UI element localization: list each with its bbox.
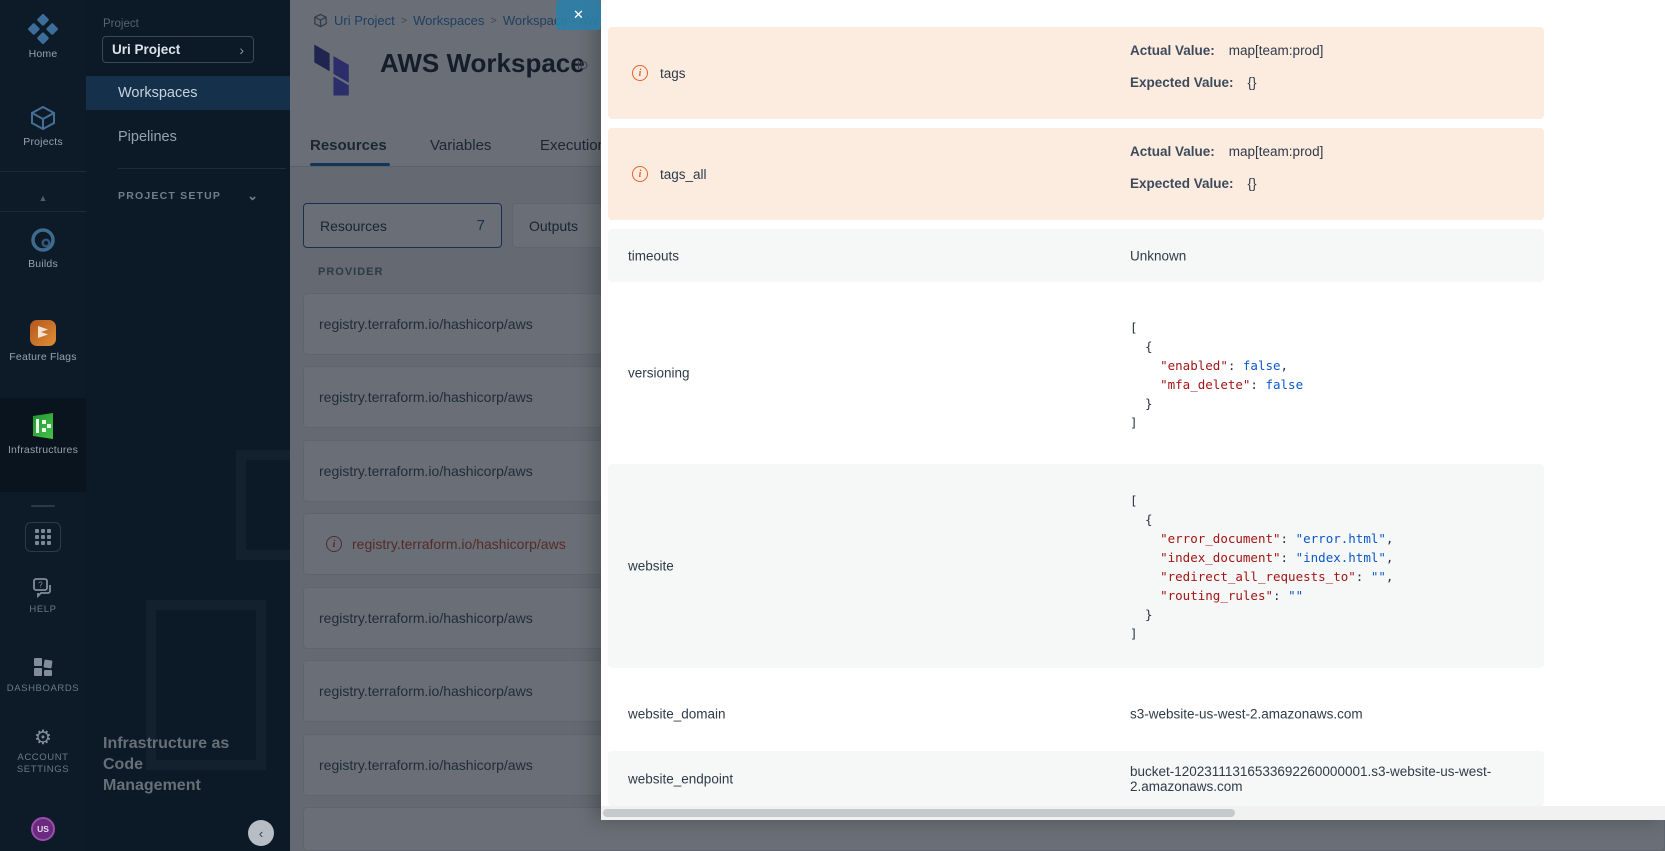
module-sidebar: Home Projects ▲ Builds Feature Flags bbox=[0, 0, 86, 851]
attribute-name: website_endpoint bbox=[628, 771, 733, 786]
svg-text:?: ? bbox=[38, 581, 43, 590]
attribute-row-versioning: versioning [ { "enabled": false, "mfa_de… bbox=[608, 291, 1544, 455]
drift-values: Actual Value: map[team:prod] Expected Val… bbox=[1130, 27, 1323, 90]
expected-value: {} bbox=[1248, 176, 1257, 191]
resource-details-drawer: i tags Actual Value: map[team:prod] Expec… bbox=[601, 0, 1665, 820]
sidebar-item-dashboards[interactable]: DASHBOARDS bbox=[0, 655, 86, 694]
sidebar-item-home[interactable]: Home bbox=[0, 14, 86, 60]
background-pattern bbox=[236, 450, 290, 560]
attribute-row-tags-all: i tags_all Actual Value: map[team:prod] E… bbox=[608, 128, 1544, 220]
module-footer-title: Infrastructure as Code Management bbox=[103, 733, 238, 796]
attribute-value: s3-website-us-west-2.amazonaws.com bbox=[1130, 707, 1363, 722]
sidebar-label-dashboards: DASHBOARDS bbox=[0, 683, 86, 694]
drift-values: Actual Value: map[team:prod] Expected Val… bbox=[1130, 128, 1323, 191]
expected-value-label: Expected Value: bbox=[1130, 75, 1234, 90]
sidebar-label-builds: Builds bbox=[0, 258, 86, 270]
grid-icon bbox=[35, 529, 51, 545]
sidebar-item-pipelines[interactable]: Pipelines bbox=[86, 120, 290, 154]
sidebar-label-feature-flags: Feature Flags bbox=[0, 351, 86, 363]
sidebar-item-infrastructures[interactable]: Infrastructures bbox=[0, 412, 86, 456]
json-code-block: [ { "enabled": false, "mfa_delete": fals… bbox=[1130, 318, 1303, 432]
attribute-row-tags: i tags Actual Value: map[team:prod] Expec… bbox=[608, 27, 1544, 119]
sidebar-label-account: ACCOUNT bbox=[0, 752, 86, 763]
attribute-label: i tags bbox=[632, 65, 686, 81]
chevron-left-icon: ‹ bbox=[259, 826, 263, 841]
sidebar-collapse-button[interactable]: ‹ bbox=[248, 820, 274, 846]
help-chat-icon: ? bbox=[0, 576, 86, 600]
attribute-name: versioning bbox=[628, 366, 690, 381]
horizontal-scrollbar bbox=[601, 806, 1665, 820]
attribute-row-timeouts: timeouts Unknown bbox=[608, 229, 1544, 282]
actual-value: map[team:prod] bbox=[1229, 43, 1324, 58]
attribute-name: tags bbox=[660, 66, 686, 81]
sidebar-divider bbox=[118, 168, 286, 169]
sidebar-item-help[interactable]: ? HELP bbox=[0, 576, 86, 615]
project-selector-value: Uri Project bbox=[112, 42, 180, 57]
attribute-value: Unknown bbox=[1130, 248, 1186, 263]
attribute-row-website-domain: website_domain s3-website-us-west-2.amaz… bbox=[608, 686, 1544, 742]
project-section-label: Project bbox=[103, 18, 139, 30]
chevron-right-icon: › bbox=[239, 42, 244, 58]
attribute-row-website: website [ { "error_document": "error.htm… bbox=[608, 464, 1544, 668]
sidebar-item-account-settings[interactable]: ⚙ ACCOUNT SETTINGS bbox=[0, 728, 86, 775]
attribute-value: bucket-12023111316533692260000001.s3-web… bbox=[1130, 764, 1544, 794]
user-avatar[interactable]: US bbox=[31, 817, 55, 841]
attribute-label: i tags_all bbox=[632, 166, 707, 182]
builds-icon bbox=[0, 226, 86, 254]
pipelines-label: Pipelines bbox=[118, 129, 177, 145]
sidebar-dash-divider bbox=[31, 505, 55, 507]
json-code-block: [ { "error_document": "error.html", "ind… bbox=[1130, 491, 1393, 643]
sidebar-item-projects[interactable]: Projects bbox=[0, 104, 86, 148]
attribute-row-website-endpoint: website_endpoint bucket-1202311131653369… bbox=[608, 751, 1544, 806]
module-grid-button[interactable] bbox=[25, 522, 61, 552]
sidebar-label-projects: Projects bbox=[0, 136, 86, 148]
actual-value-label: Actual Value: bbox=[1130, 144, 1215, 159]
workspaces-label: Workspaces bbox=[118, 85, 198, 101]
project-setup-toggle[interactable]: PROJECT SETUP ⌄ bbox=[118, 188, 258, 204]
expected-value-label: Expected Value: bbox=[1130, 176, 1234, 191]
actual-value-label: Actual Value: bbox=[1130, 43, 1215, 58]
sidebar-divider bbox=[0, 211, 86, 212]
sidebar-label-infrastructures: Infrastructures bbox=[0, 444, 86, 456]
gear-icon: ⚙ bbox=[0, 728, 86, 748]
attribute-name: timeouts bbox=[628, 248, 679, 263]
feature-flags-icon bbox=[0, 319, 86, 347]
chevron-down-icon: ⌄ bbox=[247, 188, 258, 204]
project-selector[interactable]: Uri Project › bbox=[102, 36, 254, 63]
sidebar-item-workspaces[interactable]: Workspaces bbox=[86, 76, 290, 110]
sidebar-collapse-section[interactable]: ▲ bbox=[0, 188, 86, 206]
horizontal-scrollbar-thumb[interactable] bbox=[603, 809, 1235, 817]
sidebar-divider bbox=[0, 171, 86, 172]
sidebar-item-feature-flags[interactable]: Feature Flags bbox=[0, 319, 86, 363]
attribute-name: website bbox=[628, 559, 674, 574]
close-icon: ✕ bbox=[573, 7, 584, 23]
expected-value: {} bbox=[1248, 75, 1257, 90]
drift-info-icon: i bbox=[632, 166, 648, 182]
sidebar-label-help: HELP bbox=[0, 604, 86, 615]
project-setup-label: PROJECT SETUP bbox=[118, 190, 221, 202]
dashboards-icon bbox=[0, 655, 86, 679]
harness-home-icon bbox=[0, 14, 86, 44]
infrastructures-icon bbox=[0, 412, 86, 440]
actual-value: map[team:prod] bbox=[1229, 144, 1324, 159]
project-sidebar: Project Uri Project › Workspaces Pipelin… bbox=[86, 0, 290, 851]
app: Home Projects ▲ Builds Feature Flags bbox=[0, 0, 1665, 851]
sidebar-item-builds[interactable]: Builds bbox=[0, 226, 86, 270]
attribute-name: tags_all bbox=[660, 167, 707, 182]
attribute-name: website_domain bbox=[628, 707, 726, 722]
close-button[interactable]: ✕ bbox=[556, 0, 601, 30]
sidebar-label-home: Home bbox=[0, 48, 86, 60]
sidebar-label-settings: SETTINGS bbox=[0, 764, 86, 775]
cube-icon bbox=[0, 104, 86, 132]
triangle-up-icon: ▲ bbox=[39, 193, 48, 203]
drift-info-icon: i bbox=[632, 65, 648, 81]
